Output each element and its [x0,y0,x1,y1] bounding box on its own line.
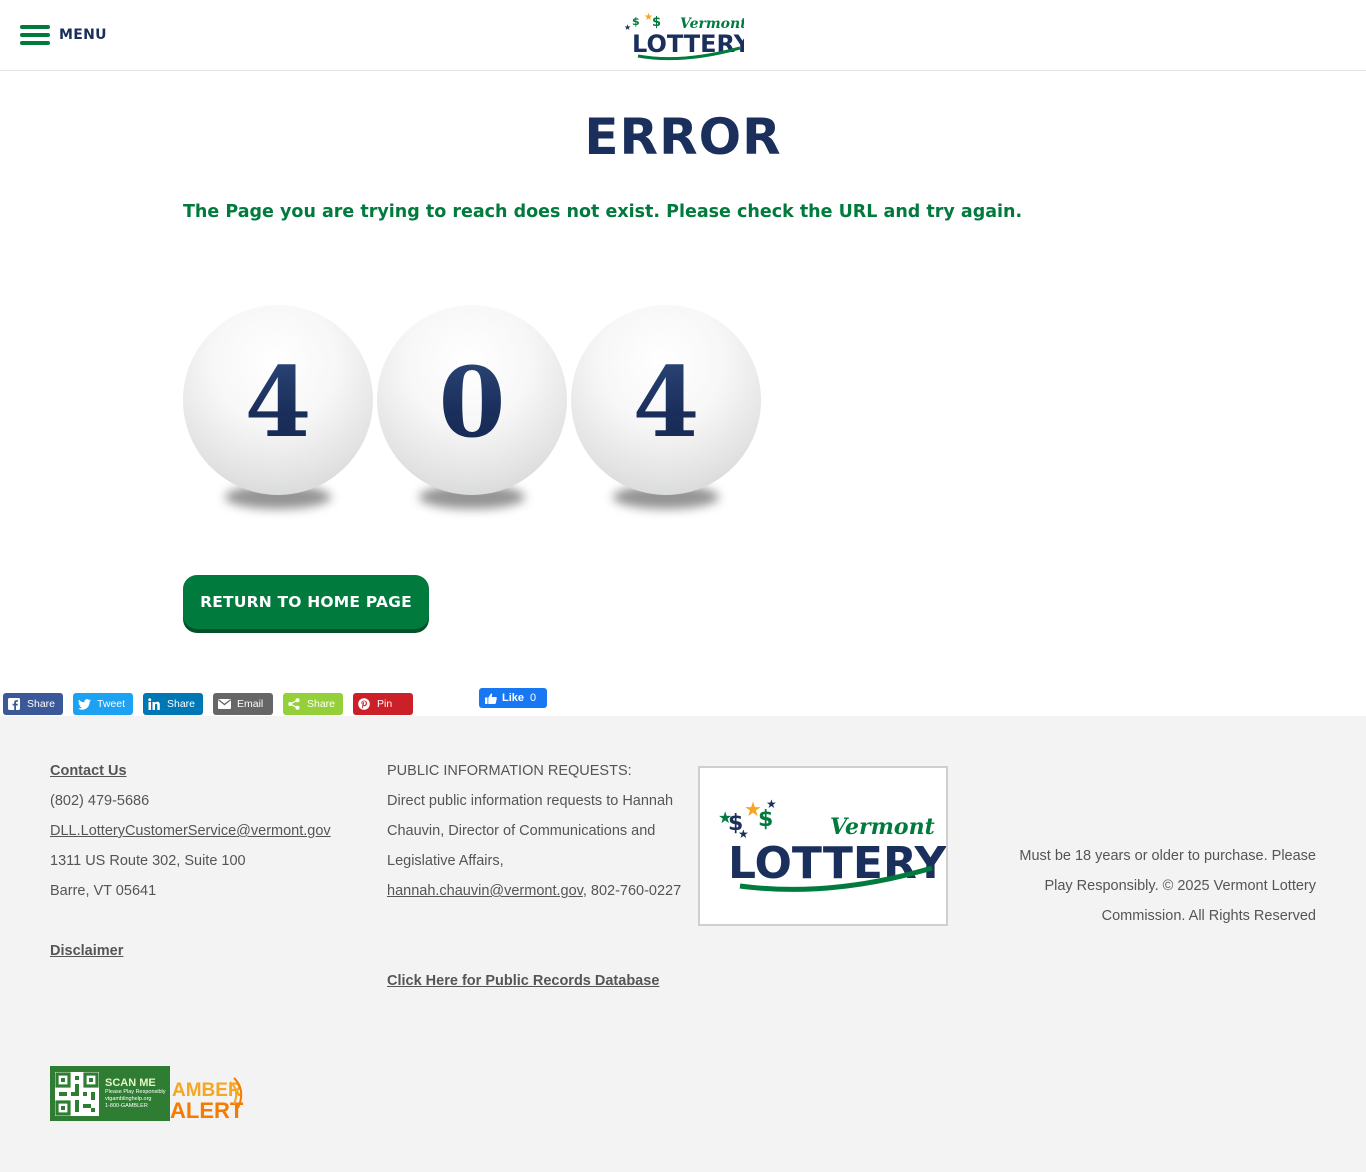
qr-line: Please Play Responsibly [105,1089,166,1095]
address-line-1: 1311 US Route 302, Suite 100 [50,853,246,869]
facebook-share-button[interactable]: Share [3,693,63,715]
ball-digit: 4 [183,305,373,495]
vermont-lottery-logo: ★ $ ★ $ ★ ★ Vermont LOTTERY [718,797,947,892]
error-code-balls: 4 0 4 [183,305,763,520]
error-message: The Page you are trying to reach does no… [183,202,1023,222]
share-icon [283,693,305,715]
share-label: Share [27,698,56,710]
like-count: 0 [530,692,537,704]
email-share-button[interactable]: Email [213,693,273,715]
pinterest-icon [353,693,375,715]
svg-text:★: ★ [624,23,631,32]
site-footer: Contact Us (802) 479-5686 DLL.LotteryCus… [0,716,1366,1172]
return-home-button[interactable]: RETURN TO HOME PAGE [183,575,429,629]
menu-button[interactable]: MENU [20,22,107,48]
share-label: Tweet [97,698,126,710]
svg-text:Vermont: Vermont [830,814,935,840]
footer-logo: ★ $ ★ $ ★ ★ Vermont LOTTERY [698,766,948,926]
responsible-gaming-qr-badge[interactable]: SCAN ME Please Play Responsibly vtgambli… [50,1066,170,1121]
facebook-icon [3,693,25,715]
ball-digit: 4 [571,305,761,495]
vermont-lottery-logo[interactable]: $ ★ $ ★ Vermont LOTTERY [622,8,744,62]
contact-column: Contact Us (802) 479-5686 DLL.LotteryCus… [50,756,370,966]
site-header: MENU $ ★ $ ★ Vermont LOTTERY [0,0,1366,71]
public-info-column: PUBLIC INFORMATION REQUESTS: Direct publ… [387,756,687,996]
email-icon [213,693,235,715]
pir-phone: , 802-760-0227 [582,883,682,899]
amber-alert-logo[interactable]: AMBER ALERT [170,1076,244,1122]
qr-line: 1-800-GAMBLER [105,1103,148,1109]
svg-text:LOTTERY: LOTTERY [728,838,946,889]
pir-text: Direct public information requests to Ha… [387,793,674,869]
contact-phone: (802) 479-5686 [50,793,150,809]
disclaimer-link[interactable]: Disclaimer [50,943,123,959]
contact-us-link[interactable]: Contact Us [50,763,127,779]
thumbs-up-icon [485,693,497,704]
linkedin-share-button[interactable]: Share [143,693,203,715]
svg-text:ALERT: ALERT [170,1098,244,1122]
svg-text:$: $ [632,15,640,28]
twitter-share-button[interactable]: Tweet [73,693,133,715]
share-label: Share [167,698,196,710]
svg-text:★: ★ [766,797,777,811]
pir-email-link[interactable]: hannah.chauvin@vermont.gov [387,883,583,899]
lottery-ball: 0 [377,305,567,520]
pinterest-share-button[interactable]: Pin [353,693,413,715]
share-label: Email [237,698,264,710]
public-records-link[interactable]: Click Here for Public Records Database [387,973,659,989]
svg-text:$: $ [652,15,661,30]
menu-label: MENU [59,27,107,43]
qr-scan-label: SCAN ME [105,1077,156,1089]
return-home-label: RETURN TO HOME PAGE [200,593,412,611]
ball-digit: 0 [377,305,567,495]
linkedin-icon [143,693,165,715]
qr-code-icon [55,1071,99,1116]
lottery-ball: 4 [571,305,761,520]
twitter-icon [73,693,95,715]
page-title: ERROR [584,108,782,166]
qr-line: vtgamblinghelp.org [105,1096,152,1102]
address-line-2: Barre, VT 05641 [50,883,157,899]
legal-notice: Must be 18 years or older to purchase. P… [1019,848,1316,924]
hamburger-icon [20,24,50,46]
contact-email-link[interactable]: DLL.LotteryCustomerService@vermont.gov [50,823,331,839]
share-label: Pin [377,698,393,710]
like-label: Like [502,692,525,704]
facebook-like-button[interactable]: Like 0 [479,688,547,708]
share-label: Share [307,698,336,710]
pir-heading: PUBLIC INFORMATION REQUESTS: [387,763,632,779]
svg-text:LOTTERY: LOTTERY [632,30,744,58]
generic-share-button[interactable]: Share [283,693,343,715]
lottery-ball: 4 [183,305,373,520]
